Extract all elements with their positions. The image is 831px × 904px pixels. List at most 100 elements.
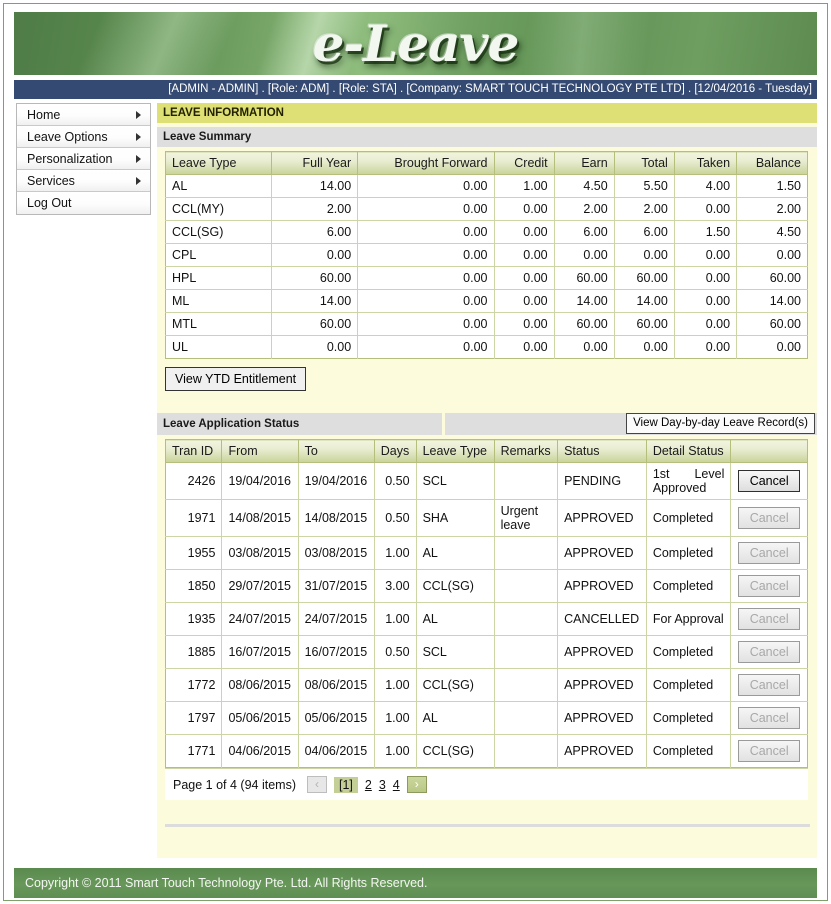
tran-id-cell: 1971	[165, 499, 223, 537]
value-cell: 0.00	[494, 289, 555, 313]
table-row: AL 14.00 0.00 1.00 4.50 5.50 4.00 1.50	[165, 174, 808, 198]
next-page-icon[interactable]: ›	[406, 776, 427, 793]
column-header: Days	[374, 439, 417, 463]
table-row: UL 0.00 0.00 0.00 0.00 0.00 0.00 0.00	[165, 335, 808, 359]
leave-type-cell: UL	[165, 335, 273, 359]
pagination-summary: Page 1 of 4 (94 items)	[173, 777, 296, 792]
leave-type-cell: CPL	[165, 243, 273, 267]
column-header: Leave Type	[416, 439, 495, 463]
remarks-cell	[494, 734, 559, 768]
value-cell: 0.00	[357, 312, 495, 336]
value-cell: 2.00	[736, 197, 808, 221]
cancel-button: Cancel	[738, 507, 801, 529]
main-content: LEAVE INFORMATION Leave Summary Leave Ty…	[157, 103, 817, 858]
column-header: Detail Status	[646, 439, 732, 463]
detail-status-cell: Completed	[646, 701, 732, 735]
content-divider	[165, 824, 810, 827]
remarks-cell	[494, 569, 559, 603]
tran-id-cell: 1885	[165, 635, 223, 669]
footer-copyright: Copyright © 2011 Smart Touch Technology …	[14, 868, 817, 898]
view-day-by-day-leave-records-button[interactable]: View Day-by-day Leave Record(s)	[626, 413, 815, 434]
previous-page-icon: ‹	[306, 776, 327, 793]
days-cell: 1.00	[374, 701, 417, 735]
days-cell: 0.50	[374, 635, 417, 669]
sidebar-item-personalization[interactable]: Personalization	[17, 148, 150, 170]
to-date-cell: 16/07/2015	[298, 635, 375, 669]
value-cell: 0.00	[271, 243, 359, 267]
leave-type-cell: CCL(SG)	[416, 734, 495, 768]
value-cell: 14.00	[736, 289, 808, 313]
table-row: 1772 08/06/2015 08/06/2015 1.00 CCL(SG) APPRO…	[165, 668, 808, 702]
sidebar-item-log-out[interactable]: Log Out	[17, 192, 150, 214]
column-header: Status	[557, 439, 647, 463]
status-cell: APPROVED	[557, 569, 647, 603]
app-logo: e-Leave	[312, 14, 520, 73]
page-link[interactable]: 2	[365, 778, 372, 792]
value-cell: 60.00	[271, 312, 359, 336]
action-cell: Cancel	[730, 602, 808, 636]
detail-status-cell: Completed	[646, 569, 732, 603]
column-header: To	[298, 439, 375, 463]
sidebar-item-home[interactable]: Home	[17, 104, 150, 126]
cancel-button: Cancel	[738, 542, 801, 564]
leave-type-cell: HPL	[165, 266, 273, 290]
value-cell: 0.00	[494, 220, 555, 244]
leave-status-heading-row: Leave Application Status View Day-by-day…	[157, 413, 817, 435]
cancel-button[interactable]: Cancel	[738, 470, 801, 492]
to-date-cell: 04/06/2015	[298, 734, 375, 768]
remarks-cell	[494, 635, 559, 669]
detail-status-cell: Completed	[646, 635, 732, 669]
leave-summary-heading: Leave Summary	[157, 127, 817, 147]
leave-summary-table: Leave Type Full Year Brought Forward Credit…	[165, 151, 808, 359]
column-header: Balance	[736, 151, 808, 175]
leave-type-cell: SHA	[416, 499, 495, 537]
remarks-cell	[494, 701, 559, 735]
status-cell: PENDING	[557, 462, 647, 500]
column-header: Earn	[554, 151, 615, 175]
from-date-cell: 03/08/2015	[221, 536, 299, 570]
chevron-right-icon	[136, 176, 141, 185]
leave-type-cell: ML	[165, 289, 273, 313]
leave-status-heading-right: View Day-by-day Leave Record(s)	[445, 413, 817, 435]
value-cell: 0.00	[674, 197, 738, 221]
value-cell: 0.00	[554, 243, 615, 267]
table-header-row: Tran ID From To Days Leave Type Remarks Status…	[165, 439, 808, 463]
value-cell: 60.00	[271, 266, 359, 290]
value-cell: 0.00	[357, 266, 495, 290]
sidebar-item-services[interactable]: Services	[17, 170, 150, 192]
value-cell: 0.00	[357, 289, 495, 313]
cancel-button: Cancel	[738, 608, 801, 630]
value-cell: 0.00	[494, 266, 555, 290]
value-cell: 60.00	[614, 266, 675, 290]
tran-id-cell: 1772	[165, 668, 223, 702]
status-cell: APPROVED	[557, 734, 647, 768]
table-row: 1771 04/06/2015 04/06/2015 1.00 CCL(SG) APPRO…	[165, 734, 808, 768]
page-link[interactable]: 3	[379, 778, 386, 792]
action-cell: Cancel	[730, 635, 808, 669]
value-cell: 0.00	[674, 335, 738, 359]
value-cell: 0.00	[494, 335, 555, 359]
leave-type-cell: CCL(MY)	[165, 197, 273, 221]
leave-status-table: Tran ID From To Days Leave Type Remarks Status…	[165, 439, 808, 768]
table-row: HPL 60.00 0.00 0.00 60.00 60.00 0.00 60.00	[165, 266, 808, 290]
chevron-right-icon	[136, 154, 141, 163]
from-date-cell: 24/07/2015	[221, 602, 299, 636]
action-cell: Cancel	[730, 569, 808, 603]
value-cell: 60.00	[614, 312, 675, 336]
value-cell: 6.00	[614, 220, 675, 244]
value-cell: 6.00	[271, 220, 359, 244]
to-date-cell: 19/04/2016	[298, 462, 375, 500]
cancel-button: Cancel	[738, 740, 801, 762]
tran-id-cell: 1771	[165, 734, 223, 768]
from-date-cell: 08/06/2015	[221, 668, 299, 702]
sidebar-item-leave-options[interactable]: Leave Options	[17, 126, 150, 148]
from-date-cell: 14/08/2015	[221, 499, 299, 537]
table-row: 1935 24/07/2015 24/07/2015 1.00 AL CANCELLED F…	[165, 602, 808, 636]
tran-id-cell: 1935	[165, 602, 223, 636]
detail-status-cell: Completed	[646, 668, 732, 702]
page-link[interactable]: 4	[393, 778, 400, 792]
action-cell: Cancel	[730, 499, 808, 537]
app-banner: e-Leave	[14, 12, 817, 75]
value-cell: 0.00	[674, 289, 738, 313]
view-ytd-entitlement-button[interactable]: View YTD Entitlement	[165, 367, 307, 391]
